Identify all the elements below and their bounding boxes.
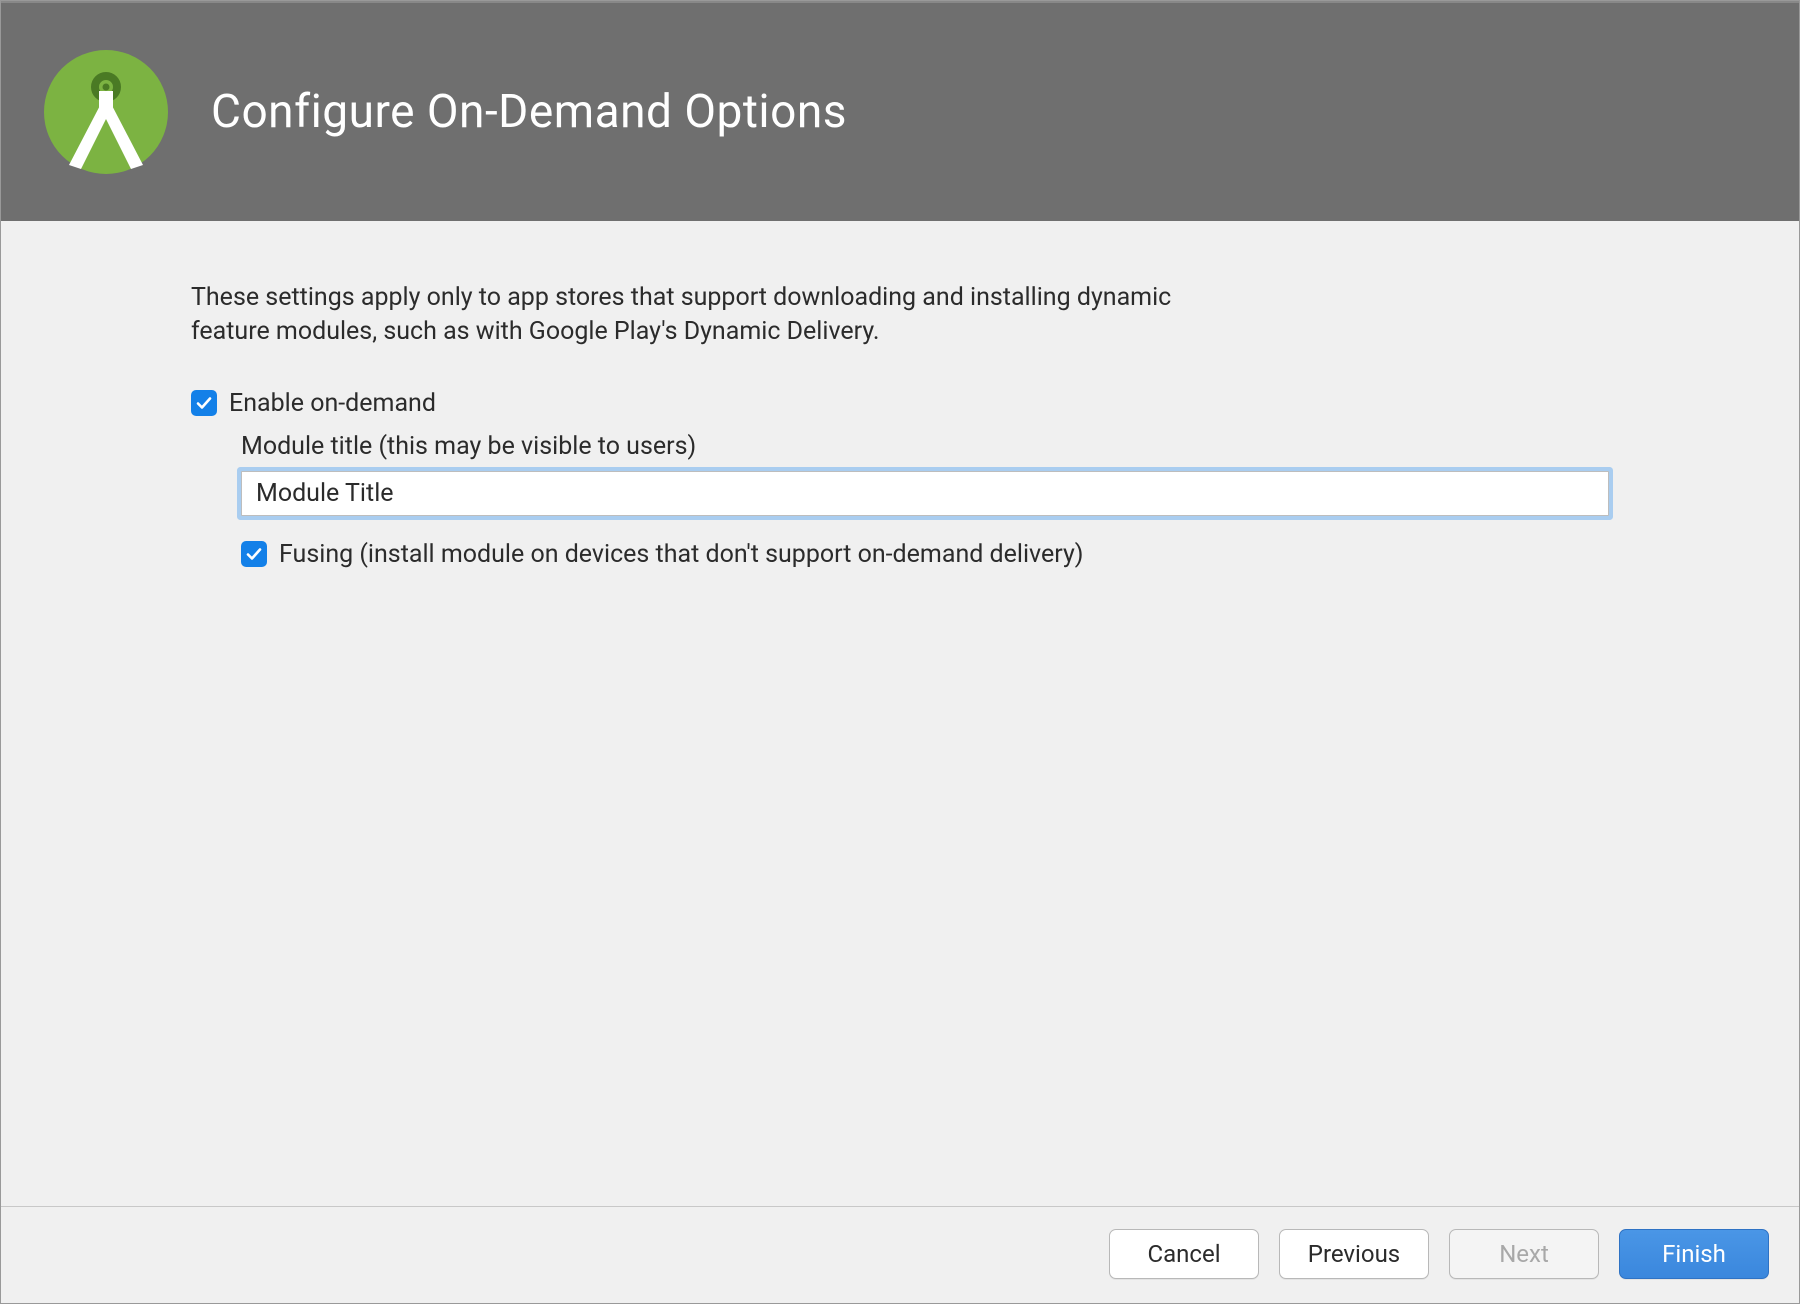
- wizard-title: Configure On-Demand Options: [211, 85, 847, 139]
- next-button: Next: [1449, 1229, 1599, 1279]
- module-title-input[interactable]: [241, 471, 1609, 516]
- wizard-header: Configure On-Demand Options: [1, 1, 1799, 221]
- description-text: These settings apply only to app stores …: [191, 281, 1191, 349]
- enable-on-demand-label: Enable on-demand: [229, 389, 436, 418]
- finish-button[interactable]: Finish: [1619, 1229, 1769, 1279]
- previous-button[interactable]: Previous: [1279, 1229, 1429, 1279]
- cancel-button[interactable]: Cancel: [1109, 1229, 1259, 1279]
- fusing-label: Fusing (install module on devices that d…: [279, 540, 1084, 569]
- module-title-label: Module title (this may be visible to use…: [241, 432, 1609, 461]
- checkbox-checked-icon[interactable]: [191, 390, 217, 416]
- checkbox-checked-icon[interactable]: [241, 541, 267, 567]
- wizard-content: These settings apply only to app stores …: [1, 221, 1799, 1206]
- fusing-checkbox-row[interactable]: Fusing (install module on devices that d…: [241, 540, 1609, 569]
- wizard-footer: Cancel Previous Next Finish: [1, 1206, 1799, 1303]
- android-studio-logo-icon: [41, 47, 171, 177]
- enable-on-demand-checkbox-row[interactable]: Enable on-demand: [191, 389, 1609, 418]
